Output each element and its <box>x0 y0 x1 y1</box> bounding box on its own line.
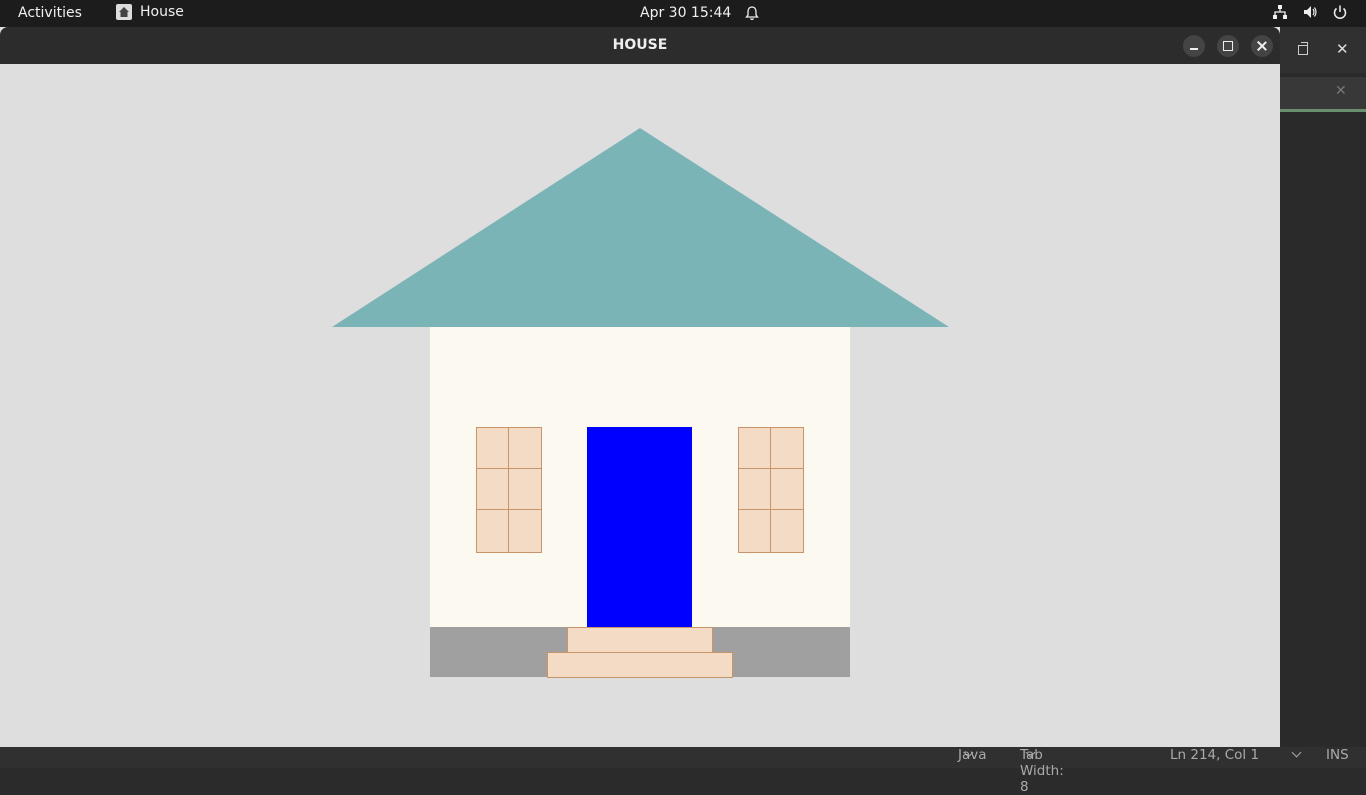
left-window <box>476 427 542 553</box>
roof <box>332 128 949 327</box>
window-title: HOUSE <box>612 37 668 53</box>
language-selector[interactable]: Java <box>958 747 987 763</box>
app-name: House <box>140 4 184 20</box>
door <box>587 427 692 627</box>
volume-icon[interactable] <box>1302 4 1318 20</box>
editor-tab[interactable]: ✕ <box>1280 77 1366 112</box>
bottom-step <box>547 652 733 678</box>
activities-button[interactable]: Activities <box>18 5 82 21</box>
tab-width-selector[interactable]: Tab Width: 8 <box>1020 747 1064 795</box>
close-icon[interactable]: ✕ <box>1336 40 1349 58</box>
language-label: Java <box>958 747 987 763</box>
top-step <box>567 627 713 653</box>
editor-status-bar: Java Tab Width: 8 Ln 214, Col 1 INS <box>0 747 1366 795</box>
system-tray[interactable] <box>1272 4 1348 20</box>
drawing-canvas <box>0 64 1280 747</box>
power-icon[interactable] <box>1332 4 1348 20</box>
chevron-down-icon <box>1291 747 1302 758</box>
network-icon[interactable] <box>1272 4 1288 20</box>
house-app-icon <box>116 4 132 20</box>
position-chevron[interactable] <box>1286 747 1302 763</box>
house-drawing <box>332 128 949 678</box>
maximize-button[interactable] <box>1217 35 1239 57</box>
background-editor-window: ✕ ✕ <box>1280 27 1366 747</box>
cursor-position[interactable]: Ln 214, Col 1 <box>1170 747 1259 763</box>
clock[interactable]: Apr 30 15:44 <box>640 5 731 21</box>
editor-header: ✕ <box>1280 27 1366 73</box>
top-bar: Activities House Apr 30 15:44 <box>0 0 1366 27</box>
app-menu[interactable]: House <box>116 4 184 20</box>
minimize-button[interactable] <box>1183 35 1205 57</box>
close-button[interactable] <box>1251 35 1273 57</box>
house-window: HOUSE <box>0 27 1280 747</box>
tab-close-icon[interactable]: ✕ <box>1335 83 1347 99</box>
restore-icon[interactable] <box>1298 42 1308 55</box>
notification-bell-icon[interactable] <box>744 5 760 21</box>
right-window <box>738 427 804 553</box>
insert-mode[interactable]: INS <box>1326 747 1349 763</box>
window-titlebar[interactable]: HOUSE <box>0 27 1280 64</box>
